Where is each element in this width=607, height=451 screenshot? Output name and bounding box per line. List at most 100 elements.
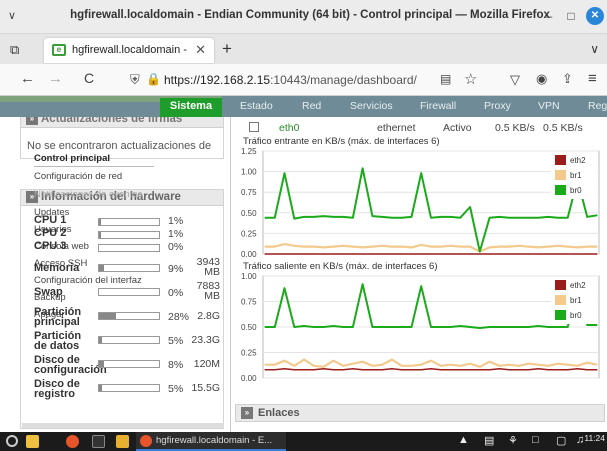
hw-percent: 9% bbox=[168, 263, 184, 275]
back-button[interactable]: ← bbox=[20, 70, 35, 87]
data-point-eth2 bbox=[498, 253, 500, 255]
nav-item-registro[interactable]: Regi bbox=[588, 100, 607, 112]
data-point-eth2 bbox=[528, 369, 530, 371]
data-point-br0 bbox=[371, 326, 374, 328]
data-point-br0 bbox=[596, 214, 598, 216]
notification-icon[interactable]: ▲ bbox=[458, 434, 469, 446]
hw-label: Partición de datos bbox=[34, 330, 82, 352]
network-icon[interactable]: ▢ bbox=[556, 434, 566, 447]
data-point-br0 bbox=[303, 216, 305, 218]
reader-view-icon[interactable]: ▤ bbox=[440, 72, 451, 86]
hw-label: Partición principal bbox=[34, 306, 82, 328]
browser-tab[interactable]: e hgfirewall.localdomain - Enc ✕ bbox=[44, 38, 214, 63]
firefox-icon[interactable] bbox=[66, 435, 79, 448]
reload-button[interactable]: C bbox=[84, 70, 94, 86]
data-point-br1 bbox=[371, 245, 374, 248]
taskbar-firefox-window[interactable]: hgfirewall.localdomain - E... bbox=[136, 432, 286, 451]
share-icon[interactable]: ⇪ bbox=[562, 71, 573, 87]
hw-bar bbox=[98, 288, 160, 296]
plot-frame bbox=[262, 150, 600, 255]
nav-item-proxy[interactable]: Proxy bbox=[484, 100, 511, 112]
menu-configuracion-red[interactable]: Configuración de red bbox=[34, 171, 122, 182]
files-icon[interactable] bbox=[26, 435, 39, 448]
nav-item-estado[interactable]: Estado bbox=[240, 100, 273, 112]
enlaces-header[interactable]: » Enlaces bbox=[235, 404, 605, 422]
maximize-icon[interactable]: □ bbox=[562, 7, 580, 25]
data-point-eth2 bbox=[586, 253, 588, 255]
data-point-br0 bbox=[547, 216, 549, 218]
data-point-br1 bbox=[469, 245, 471, 248]
data-point-br1 bbox=[430, 360, 432, 362]
data-point-br0 bbox=[508, 217, 510, 219]
volume-icon[interactable]: ♫ bbox=[576, 434, 584, 446]
data-point-br1 bbox=[547, 245, 549, 248]
hw-size: 15.5G bbox=[191, 382, 220, 394]
shield-icon[interactable]: ⛨ bbox=[130, 72, 140, 88]
url-bar[interactable]: ⛨ 🔒 https://192.168.2.15:10443/manage/da… bbox=[126, 68, 464, 92]
tab-title: hgfirewall.localdomain - Enc bbox=[72, 44, 190, 56]
list-tabs-icon[interactable]: ∨ bbox=[590, 42, 599, 56]
nav-item-sistema[interactable]: Sistema bbox=[160, 98, 222, 117]
data-point-br0 bbox=[293, 217, 295, 220]
sidebar-scrollbar[interactable] bbox=[22, 423, 224, 428]
hw-size: 23.3G bbox=[191, 334, 220, 346]
data-point-br1 bbox=[264, 364, 266, 366]
menu-notificaciones[interactable]: Notificaciones de eventos bbox=[34, 189, 142, 200]
new-tab-button[interactable]: + bbox=[222, 39, 232, 59]
data-point-br1 bbox=[537, 246, 540, 249]
nav-item-vpn[interactable]: VPN bbox=[538, 100, 560, 112]
bookmark-star-icon[interactable]: ☆ bbox=[464, 70, 477, 88]
folder-icon[interactable] bbox=[116, 435, 129, 448]
lock-icon[interactable]: 🔒 bbox=[146, 72, 161, 86]
nav-item-firewall[interactable]: Firewall bbox=[420, 100, 456, 112]
nav-item-servicios[interactable]: Servicios bbox=[350, 100, 393, 112]
data-point-eth2 bbox=[420, 369, 422, 371]
data-point-br0 bbox=[430, 326, 432, 328]
minimize-icon[interactable]: – bbox=[540, 7, 558, 25]
nav-item-red[interactable]: Red bbox=[302, 100, 321, 112]
legend-label-eth2: eth2 bbox=[570, 281, 586, 290]
hw-label: Swap bbox=[34, 286, 63, 298]
tab-list-icon[interactable]: ⧉ bbox=[10, 42, 19, 58]
data-point-eth2 bbox=[283, 253, 286, 255]
data-point-br0 bbox=[449, 216, 452, 218]
account-icon[interactable]: ◉ bbox=[536, 71, 547, 87]
hw-row-memoria: Memoria 9% 3943 MB bbox=[34, 257, 224, 279]
hw-size: 2.8G bbox=[197, 310, 220, 322]
data-point-br1 bbox=[274, 245, 276, 248]
data-point-br1 bbox=[576, 246, 579, 249]
data-point-eth2 bbox=[381, 253, 383, 255]
interface-name[interactable]: eth0 bbox=[279, 122, 299, 134]
terminal-icon[interactable] bbox=[92, 435, 105, 448]
data-point-br0 bbox=[420, 172, 422, 174]
tab-bar: ⧉ e hgfirewall.localdomain - Enc ✕ + ∨ bbox=[0, 34, 607, 64]
start-menu-icon[interactable] bbox=[6, 435, 18, 447]
legend-swatch-br0 bbox=[555, 185, 566, 195]
close-icon[interactable]: ✕ bbox=[586, 7, 604, 25]
data-point-br0 bbox=[567, 326, 569, 328]
display-icon[interactable]: □ bbox=[532, 434, 539, 446]
shield-tray-icon[interactable]: ⚘ bbox=[508, 434, 518, 447]
data-point-eth2 bbox=[518, 253, 520, 255]
data-point-eth2 bbox=[362, 369, 364, 371]
data-point-br0 bbox=[518, 217, 520, 219]
hw-bar bbox=[98, 218, 160, 226]
data-point-br0 bbox=[547, 326, 549, 328]
tab-close-icon[interactable]: ✕ bbox=[195, 42, 206, 58]
app-menu-icon[interactable]: ≡ bbox=[588, 70, 597, 87]
pocket-icon[interactable]: ▽ bbox=[510, 72, 520, 88]
interface-checkbox[interactable] bbox=[249, 122, 259, 132]
menu-control-principal[interactable]: Control principal bbox=[34, 153, 154, 167]
data-point-eth2 bbox=[596, 369, 598, 371]
hw-bar-fill bbox=[99, 219, 102, 225]
data-point-br0 bbox=[362, 167, 364, 169]
url-text[interactable]: https://192.168.2.15:10443/manage/dashbo… bbox=[164, 73, 417, 87]
data-point-eth2 bbox=[508, 369, 510, 371]
data-point-eth2 bbox=[293, 369, 295, 371]
updates-header[interactable]: » Actualizaciones de firmas bbox=[21, 117, 223, 128]
forward-button[interactable]: → bbox=[48, 70, 63, 87]
clipboard-icon[interactable]: ▤ bbox=[484, 434, 494, 447]
data-point-eth2 bbox=[332, 369, 334, 371]
hw-percent: 8% bbox=[168, 359, 184, 371]
window-menu-icon[interactable]: ∨ bbox=[8, 9, 16, 22]
